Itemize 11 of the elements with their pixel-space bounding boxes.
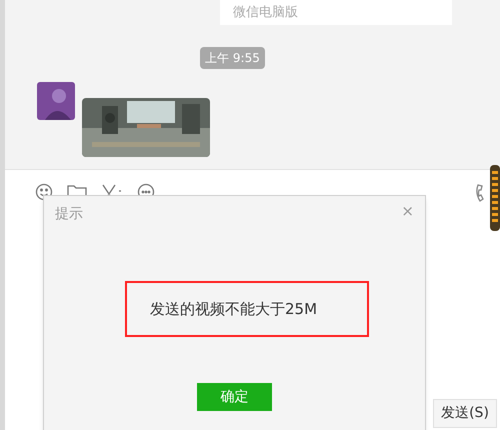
dialog-title: 提示 [55,205,83,224]
confirm-button[interactable]: 确定 [197,383,272,411]
card-caption: 微信电脑版 [233,4,298,22]
send-button[interactable]: 发送(S) [433,399,497,428]
timestamp: 上午 9:55 [200,47,265,69]
dialog-message: 发送的视频不能大于25M [150,298,318,320]
emoji-icon[interactable] [35,183,53,201]
avatar [37,82,75,120]
close-button[interactable]: × [401,204,414,219]
phone-icon[interactable] [475,184,487,202]
meter-icon [490,165,500,231]
